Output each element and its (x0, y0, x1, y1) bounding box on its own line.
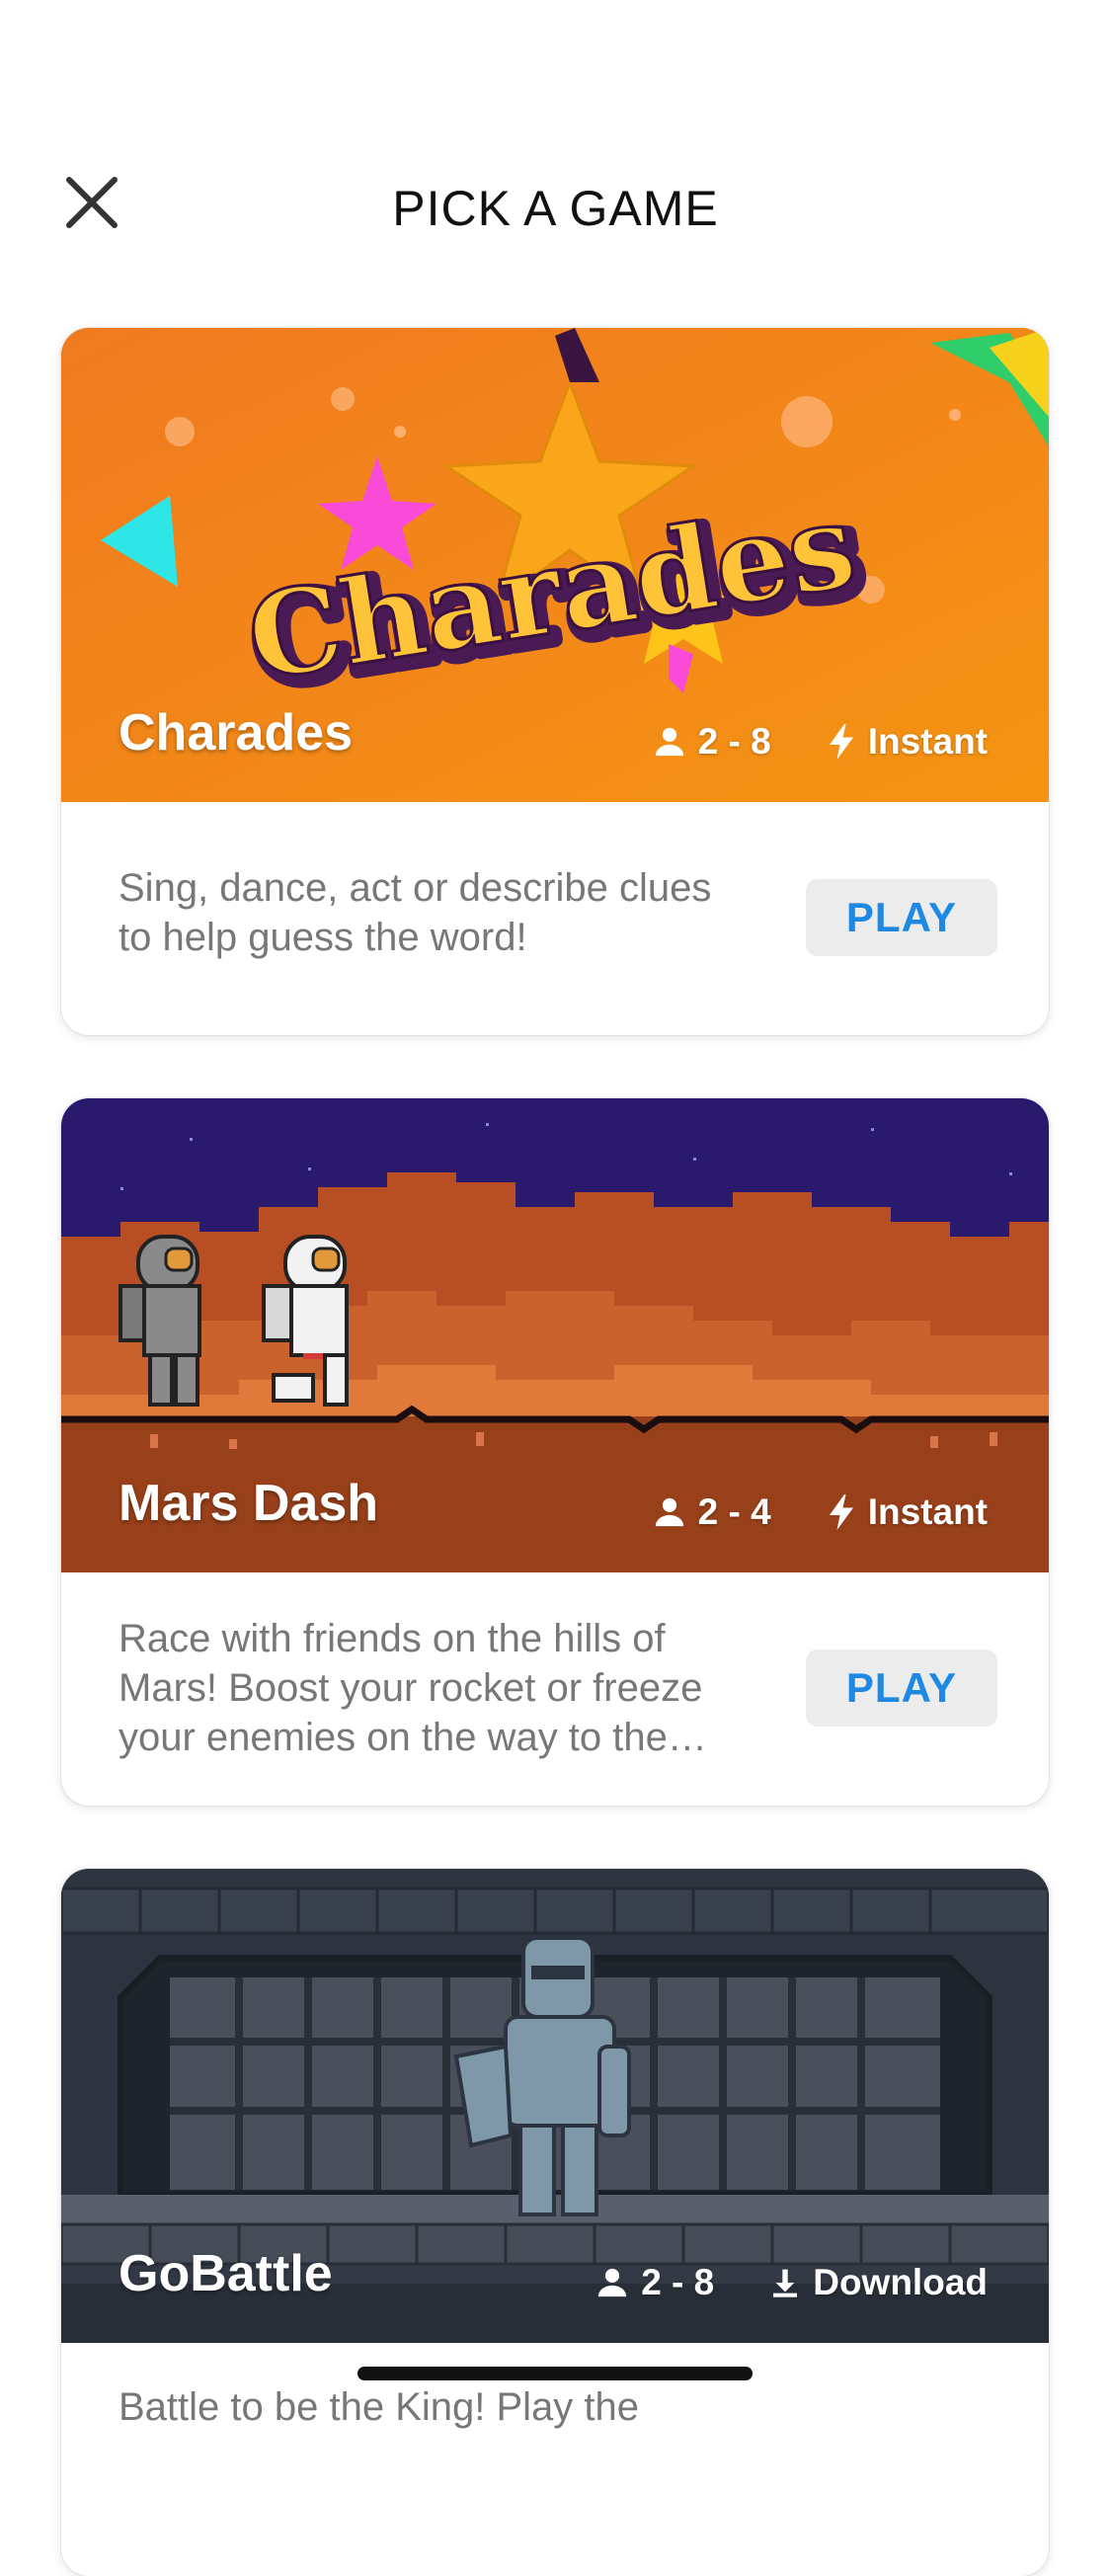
play-mode-label: Instant (867, 721, 988, 762)
home-indicator[interactable] (357, 2367, 753, 2380)
game-meta: 2 - 4 Instant (597, 1491, 988, 1533)
game-banner: GoBattle 2 - 8 Download (61, 1869, 1049, 2343)
person-icon (655, 1497, 683, 1527)
game-title: GoBattle (119, 2245, 333, 2302)
person-icon (598, 2268, 627, 2297)
game-card-charades[interactable]: Charades Charades Charades 2 - 8 Instant… (61, 328, 1049, 1035)
game-description: Sing, dance, act or describe clues to he… (119, 866, 712, 959)
game-banner: Charades Charades Charades 2 - 8 Instant (61, 328, 1049, 802)
lightning-icon (829, 1494, 853, 1530)
play-mode: Instant (827, 721, 988, 763)
game-card-mars-dash[interactable]: Mars Dash 2 - 4 Instant Race with friend… (61, 1098, 1049, 1806)
play-button[interactable]: PLAY (806, 879, 997, 956)
game-banner: Mars Dash 2 - 4 Instant (61, 1098, 1049, 1572)
game-title: Mars Dash (119, 1475, 378, 1532)
game-description: Battle to be the King! Play the (119, 2385, 640, 2429)
player-count: 2 - 4 (653, 1491, 771, 1533)
play-mode: Instant (827, 1491, 988, 1533)
player-count: 2 - 8 (595, 2262, 714, 2303)
lightning-icon (829, 724, 853, 760)
banner-info-row: GoBattle 2 - 8 Download (61, 2224, 1049, 2343)
game-title: Charades (119, 704, 353, 762)
banner-info-row: Mars Dash 2 - 4 Instant (61, 1454, 1049, 1572)
game-card-body: Sing, dance, act or describe clues to he… (61, 802, 1049, 1035)
banner-info-row: Charades 2 - 8 Instant (61, 684, 1049, 802)
game-description: Race with friends on the hills of Mars! … (119, 1617, 703, 1759)
header: PICK A GAME (0, 0, 1111, 296)
player-count: 2 - 8 (653, 721, 771, 763)
game-card-body: Race with friends on the hills of Mars! … (61, 1572, 1049, 1806)
play-button[interactable]: PLAY (806, 1650, 997, 1727)
game-meta: 2 - 8 Download (540, 2262, 988, 2303)
download-icon (773, 2269, 798, 2297)
page-title: PICK A GAME (392, 181, 719, 236)
play-mode-label: Instant (867, 1491, 988, 1532)
game-meta: 2 - 8 Instant (597, 721, 988, 763)
game-card-gobattle[interactable]: GoBattle 2 - 8 Download Battle to be the… (61, 1869, 1049, 2576)
player-count-label: 2 - 8 (641, 2262, 715, 2302)
player-count-label: 2 - 8 (697, 721, 771, 762)
play-mode: Download (769, 2262, 988, 2303)
person-icon (655, 727, 683, 757)
svg-text:Charades: Charades (239, 476, 864, 707)
player-count-label: 2 - 4 (697, 1491, 771, 1532)
play-mode-label: Download (813, 2262, 988, 2302)
